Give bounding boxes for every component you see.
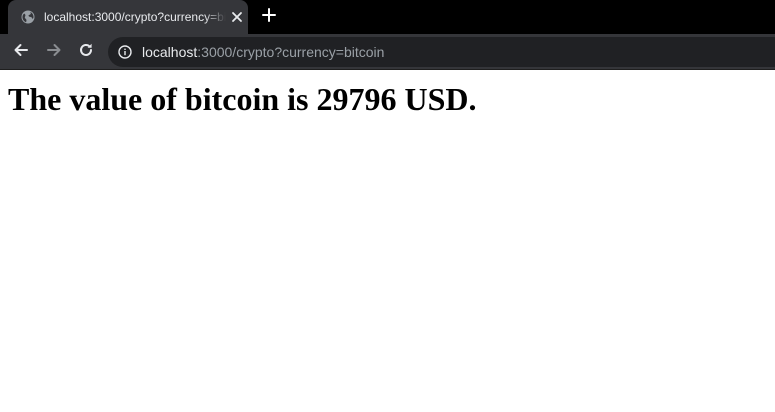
- info-icon[interactable]: [118, 45, 132, 59]
- url-text: localhost:3000/crypto?currency=bitcoin: [142, 44, 384, 60]
- plus-icon: [262, 7, 276, 27]
- new-tab-button[interactable]: [258, 6, 280, 28]
- page-content: The value of bitcoin is 29796 USD.: [0, 71, 775, 412]
- url-path: :3000/crypto?currency=bitcoin: [197, 44, 385, 60]
- forward-button[interactable]: [43, 41, 65, 63]
- browser-toolbar: localhost:3000/crypto?currency=bitcoin: [0, 34, 775, 70]
- back-button[interactable]: [10, 41, 32, 63]
- address-bar[interactable]: localhost:3000/crypto?currency=bitcoin: [108, 37, 775, 67]
- reload-button[interactable]: [75, 41, 97, 63]
- browser-window: localhost:3000/crypto?currency=bitcoin: [0, 0, 775, 412]
- browser-tab[interactable]: localhost:3000/crypto?currency=bitcoin: [8, 0, 248, 34]
- close-tab-icon[interactable]: [230, 10, 244, 24]
- page-heading: The value of bitcoin is 29796 USD.: [8, 81, 477, 117]
- tab-strip: localhost:3000/crypto?currency=bitcoin: [0, 0, 775, 34]
- tab-title: localhost:3000/crypto?currency=bitcoin: [44, 10, 226, 24]
- arrow-left-icon: [13, 42, 29, 63]
- url-host: localhost: [142, 44, 198, 60]
- reload-icon: [78, 42, 94, 63]
- globe-icon: [21, 10, 35, 24]
- arrow-right-icon: [46, 42, 62, 63]
